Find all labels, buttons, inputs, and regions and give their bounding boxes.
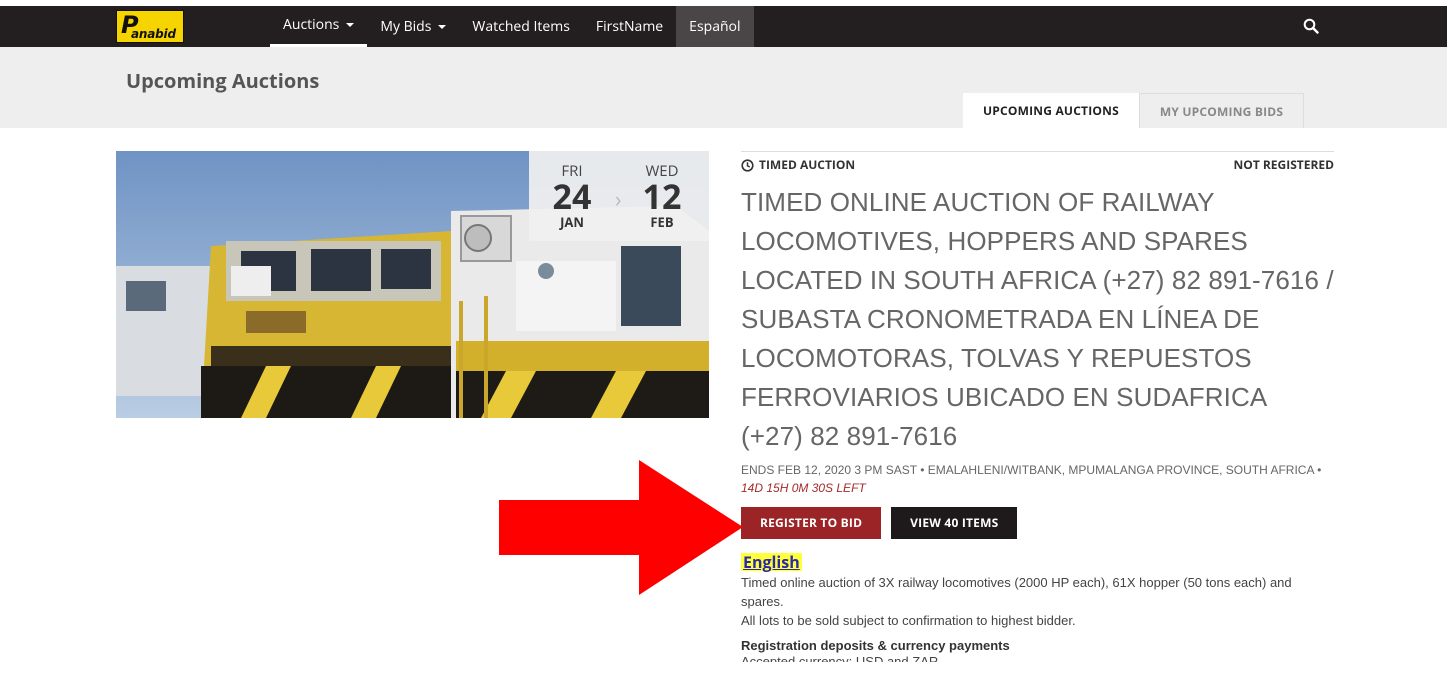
auction-title[interactable]: TIMED ONLINE AUCTION OF RAILWAY LOCOMOTI… bbox=[741, 183, 1334, 456]
auction-actions: REGISTER TO BID VIEW 40 ITEMS bbox=[741, 507, 1334, 539]
auction-description-1: Timed online auction of 3X railway locom… bbox=[741, 575, 1292, 609]
nav-item-auctions[interactable]: Auctions bbox=[270, 6, 368, 47]
nav-item-my-bids[interactable]: My Bids bbox=[367, 6, 459, 47]
register-to-bid-button[interactable]: REGISTER TO BID bbox=[741, 507, 882, 539]
caret-down-icon bbox=[438, 25, 447, 30]
end-day: 12 bbox=[642, 173, 682, 219]
nav-item-label: FirstName bbox=[595, 17, 664, 36]
tab-my-upcoming-bids[interactable]: MY UPCOMING BIDS bbox=[1138, 93, 1305, 128]
auction-end-location: ENDS FEB 12, 2020 3 PM SAST • EMALAHLENI… bbox=[741, 461, 1334, 497]
start-day: 24 bbox=[552, 173, 592, 219]
main-nav: Auctions My Bids Watched Items FirstName… bbox=[270, 6, 754, 47]
logo-wordmark: anabid bbox=[131, 27, 176, 41]
page-header: Upcoming Auctions UPCOMING AUCTIONS MY U… bbox=[0, 47, 1447, 128]
time-left: 14D 15H 0M 30S LEFT bbox=[741, 481, 866, 495]
auction-type-label: TIMED AUCTION bbox=[759, 156, 856, 173]
auction-meta-row: TIMED AUCTION NOT REGISTERED bbox=[741, 151, 1334, 177]
nav-item-label: Watched Items bbox=[472, 17, 570, 36]
auction-image[interactable]: FRI 24 JAN › WED 12 FEB bbox=[116, 151, 709, 418]
view-items-button[interactable]: VIEW 40 ITEMS bbox=[891, 507, 1018, 539]
language-toggle[interactable]: Español bbox=[676, 6, 754, 47]
auction-end-text: ENDS FEB 12, 2020 3 PM SAST • EMALAHLENI… bbox=[741, 463, 1322, 477]
deposits-heading: Registration deposits & currency payment… bbox=[741, 638, 1010, 653]
nav-item-watched-items[interactable]: Watched Items bbox=[459, 6, 582, 47]
start-month: JAN bbox=[560, 213, 584, 231]
start-date: FRI 24 JAN bbox=[537, 161, 607, 231]
tab-upcoming-auctions[interactable]: UPCOMING AUCTIONS bbox=[963, 93, 1139, 128]
language-label: Español bbox=[689, 17, 741, 36]
auction-type: TIMED AUCTION bbox=[741, 156, 855, 173]
end-date: WED 12 FEB bbox=[627, 161, 697, 231]
panabid-logo[interactable]: P anabid bbox=[116, 10, 184, 43]
auction-date-range: FRI 24 JAN › WED 12 FEB bbox=[529, 151, 709, 241]
registration-status: NOT REGISTERED bbox=[1233, 156, 1334, 173]
end-month: FEB bbox=[650, 213, 674, 231]
nav-item-label: My Bids bbox=[380, 17, 432, 36]
auction-tabs: UPCOMING AUCTIONS MY UPCOMING BIDS bbox=[963, 93, 1305, 128]
accepted-currency-line: Accepted currency: USD and ZAR bbox=[741, 654, 939, 662]
auction-description-2: All lots to be sold subject to confirmat… bbox=[741, 613, 1076, 628]
page-title: Upcoming Auctions bbox=[126, 67, 320, 94]
english-heading: English bbox=[741, 551, 802, 573]
nav-item-user[interactable]: FirstName bbox=[583, 6, 676, 47]
auction-details: TIMED AUCTION NOT REGISTERED TIMED ONLIN… bbox=[741, 151, 1334, 662]
red-arrow-annotation bbox=[499, 460, 743, 595]
search-icon[interactable] bbox=[1303, 18, 1319, 34]
nav-item-label: Auctions bbox=[283, 15, 340, 34]
top-nav-bar: P anabid Auctions My Bids Watched Items … bbox=[0, 6, 1447, 47]
clock-icon bbox=[741, 159, 754, 172]
caret-down-icon bbox=[346, 23, 355, 28]
chevron-right-icon: › bbox=[615, 184, 622, 214]
